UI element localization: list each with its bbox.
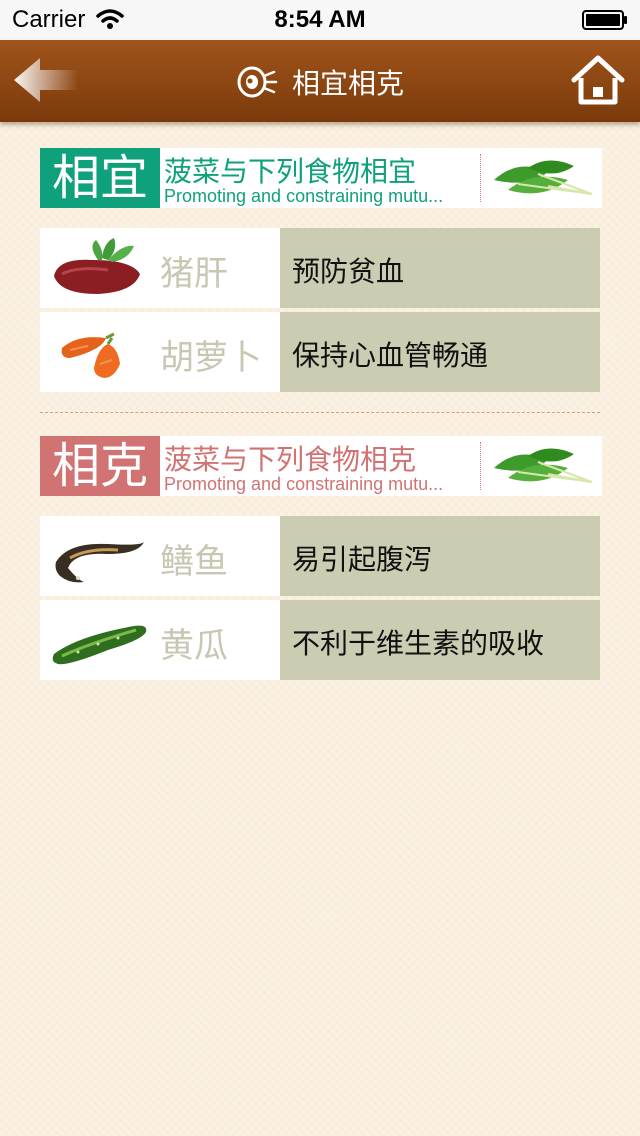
incompatible-title: 菠菜与下列食物相克 <box>164 443 417 476</box>
effect-cell: 不利于维生素的吸收 <box>280 600 600 680</box>
food-name: 黄瓜 <box>160 626 228 666</box>
incompatible-row-1[interactable]: 鳝鱼 易引起腹泻 <box>40 516 600 596</box>
status-bar: Carrier 8:54 AM <box>0 0 640 40</box>
food-cell: 猪肝 <box>40 228 280 308</box>
compatible-subtitle: Promoting and constraining mutu... <box>164 186 444 206</box>
page-title: 相宜相克 <box>291 67 404 100</box>
compatible-title: 菠菜与下列食物相宜 <box>164 155 417 188</box>
compatible-row-1[interactable]: 猪肝 预防贫血 <box>40 228 600 308</box>
nav-title-group: 相宜相克 <box>0 62 640 102</box>
incompatible-subtitle: Promoting and constraining mutu... <box>164 474 444 494</box>
compatible-badge: 相宜 <box>40 148 160 208</box>
eel-image <box>55 542 144 583</box>
header-divider <box>480 154 481 202</box>
home-button[interactable] <box>570 54 626 108</box>
spinach-image <box>494 448 593 483</box>
food-name: 鳝鱼 <box>160 542 228 582</box>
carrot-image <box>61 332 120 378</box>
effect-cell: 易引起腹泻 <box>280 516 600 596</box>
spinach-image <box>494 160 593 195</box>
food-effect: 易引起腹泻 <box>292 543 433 576</box>
nav-bar: 相宜相克 <box>0 40 640 122</box>
effect-cell: 预防贫血 <box>280 228 600 308</box>
food-effect: 预防贫血 <box>292 255 405 288</box>
compatible-section-header: 相宜 菠菜与下列食物相宜 Promoting and constraining … <box>40 148 602 208</box>
incompatible-badge: 相克 <box>40 436 160 496</box>
food-name: 胡萝卜 <box>160 338 262 378</box>
compatible-row-2[interactable]: 胡萝卜 保持心血管畅通 <box>40 312 600 392</box>
food-cell: 黄瓜 <box>40 600 280 680</box>
header-divider <box>480 442 481 490</box>
pork-liver-image <box>54 238 140 294</box>
effect-cell: 保持心血管畅通 <box>280 312 600 392</box>
meat-icon <box>237 66 278 98</box>
food-effect: 保持心血管畅通 <box>292 339 489 372</box>
incompatible-row-2[interactable]: 黄瓜 不利于维生素的吸收 <box>40 600 600 680</box>
incompatible-section-header: 相克 菠菜与下列食物相克 Promoting and constraining … <box>40 436 602 496</box>
section-divider <box>40 412 600 413</box>
home-icon <box>571 55 625 105</box>
battery-icon <box>582 10 627 30</box>
food-name: 猪肝 <box>160 254 228 294</box>
food-effect: 不利于维生素的吸收 <box>292 627 545 660</box>
cucumber-image <box>52 625 147 665</box>
food-cell: 胡萝卜 <box>40 312 280 392</box>
food-cell: 鳝鱼 <box>40 516 280 596</box>
status-time: 8:54 AM <box>274 6 366 33</box>
